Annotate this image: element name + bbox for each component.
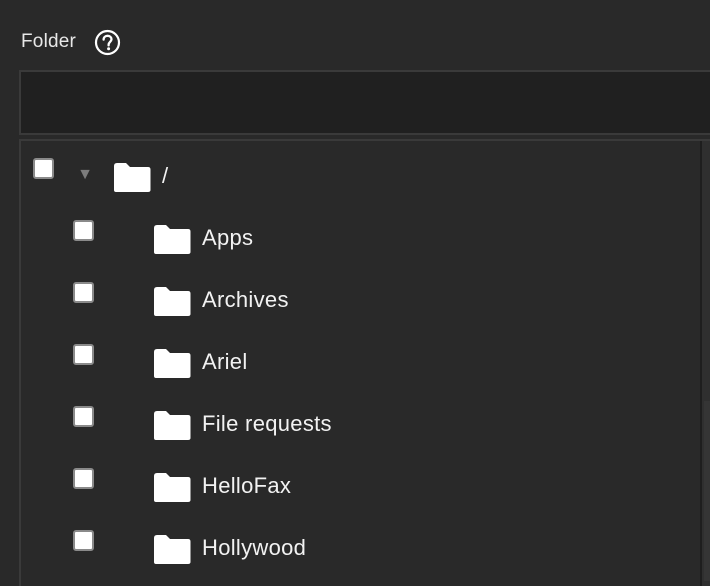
folder-icon [152, 533, 192, 565]
checkbox-root[interactable] [33, 158, 54, 179]
folder-icon [112, 161, 152, 193]
folder-checkbox[interactable] [73, 468, 94, 489]
folder-tree: ▼ / Apps Archives Ariel File requests HelloF… [19, 139, 710, 586]
folder-icon [152, 409, 192, 441]
folder-icon [152, 347, 192, 379]
tree-node-folder[interactable]: File requests [21, 405, 701, 445]
folder-icon [152, 223, 192, 255]
tree-node-folder[interactable]: Archives [21, 281, 701, 321]
tree-scrollbar-thumb[interactable] [704, 401, 710, 581]
folder-label: Apps [202, 225, 254, 250]
triangle-down-icon[interactable]: ▼ [76, 166, 94, 184]
tree-node-root[interactable]: ▼ / [21, 157, 701, 197]
folder-checkbox[interactable] [73, 344, 94, 365]
tree-node-folder[interactable]: HelloFax [21, 467, 701, 507]
folder-label: Ariel [202, 349, 248, 374]
help-circle-icon[interactable] [94, 29, 121, 56]
folder-path-input[interactable] [19, 70, 710, 135]
folder-icon [152, 471, 192, 503]
folder-field-header: Folder [21, 27, 121, 57]
folder-label: Archives [202, 287, 289, 312]
folder-icon [152, 285, 192, 317]
folder-field-label: Folder [21, 31, 77, 52]
tree-node-label-root: / [162, 163, 169, 188]
folder-checkbox[interactable] [73, 220, 94, 241]
folder-label: File requests [202, 411, 332, 436]
tree-node-folder[interactable]: Ariel [21, 343, 701, 383]
tree-node-folder[interactable]: Apps [21, 219, 701, 259]
folder-label: HelloFax [202, 473, 292, 498]
tree-scrollbar[interactable] [700, 141, 710, 586]
folder-checkbox[interactable] [73, 530, 94, 551]
folder-picker: Folder ▼ / Apps Archives Ariel File request… [0, 0, 710, 586]
tree-node-folder[interactable]: Hollywood [21, 529, 701, 569]
folder-checkbox[interactable] [73, 282, 94, 303]
folder-label: Hollywood [202, 535, 307, 560]
folder-checkbox[interactable] [73, 406, 94, 427]
